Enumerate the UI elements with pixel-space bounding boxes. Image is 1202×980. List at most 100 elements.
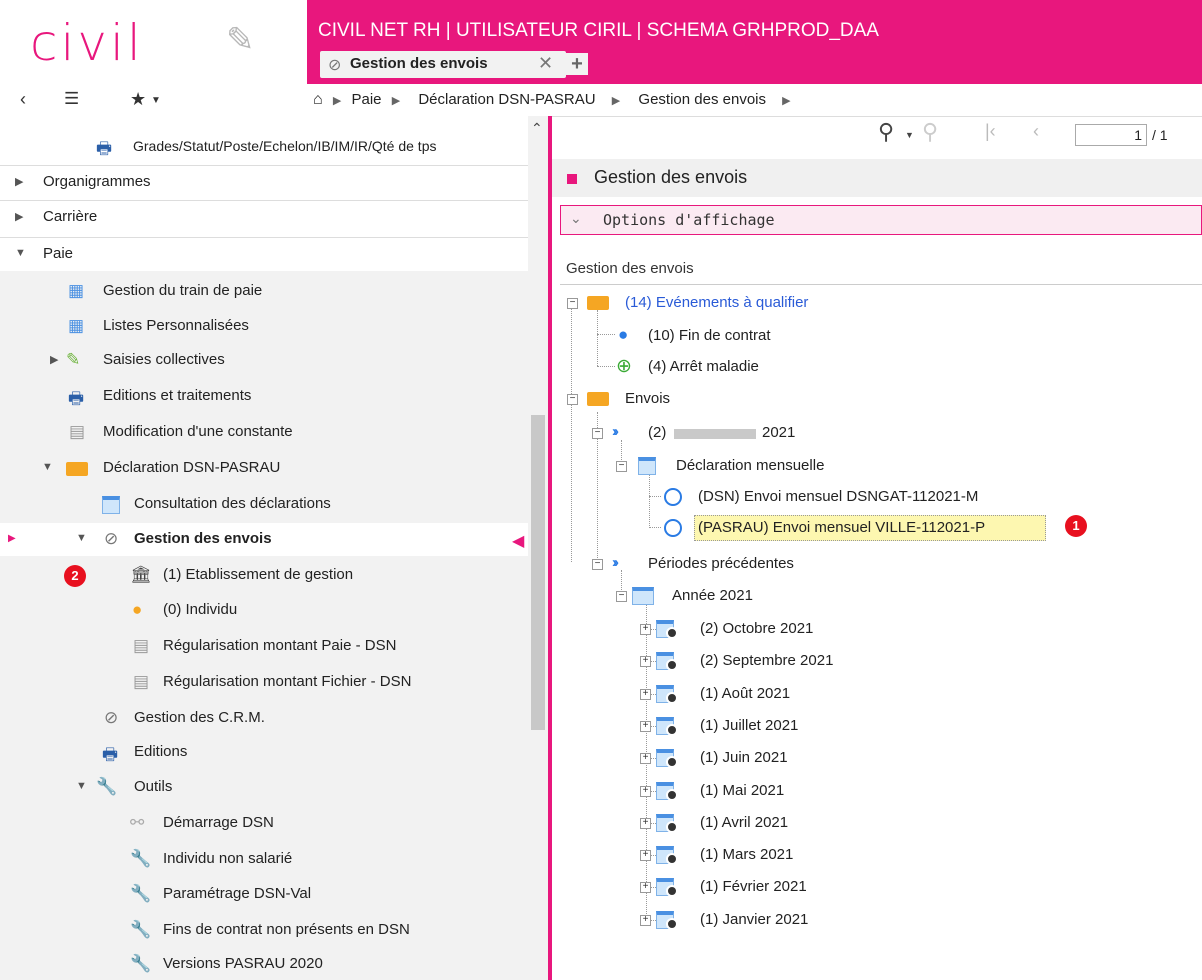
collapse-toggle-icon[interactable]: − bbox=[616, 591, 627, 602]
printer-icon: 🖶 bbox=[96, 139, 113, 158]
nav-item-outils[interactable]: ▼ 🔧 Outils bbox=[0, 771, 528, 804]
nav-item-regularisation-paie[interactable]: ▤ Régularisation montant Paie - DSN bbox=[0, 630, 528, 663]
nav-item-individu[interactable]: ● (0) Individu bbox=[0, 594, 528, 627]
nav-item-train-paie[interactable]: ▦ Gestion du train de paie bbox=[0, 275, 528, 308]
tree-node-declaration-mensuelle[interactable]: − Déclaration mensuelle bbox=[560, 451, 1200, 481]
tree-node-periodes[interactable]: − ›› Périodes précédentes bbox=[560, 549, 1200, 579]
breadcrumb-gestion[interactable]: Gestion des envois bbox=[638, 91, 766, 108]
wrench-icon: 🔧 bbox=[96, 777, 118, 796]
expand-toggle-icon[interactable]: + bbox=[640, 785, 651, 797]
collapse-toggle-icon[interactable]: − bbox=[567, 298, 578, 309]
nav-section-organigrammes[interactable]: ▶ Organigrammes bbox=[0, 165, 528, 199]
tree-node-month-4[interactable]: + (1) Juin 2021 bbox=[560, 743, 1200, 773]
tree-node-month-6[interactable]: + (1) Avril 2021 bbox=[560, 808, 1200, 838]
expand-toggle-icon[interactable]: + bbox=[640, 817, 651, 829]
collapse-toggle-icon[interactable]: − bbox=[567, 394, 578, 405]
tree-node-envoi-pasrau[interactable]: (PASRAU) Envoi mensuel VILLE-112021-P bbox=[560, 513, 1200, 543]
people-edit-icon: ✎ bbox=[66, 350, 81, 369]
nav-item-modification-constante[interactable]: ▤ Modification d'une constante bbox=[0, 416, 528, 449]
tab-gestion-envois[interactable]: ⊘ Gestion des envois ✕ bbox=[320, 51, 566, 78]
nav-item-crm[interactable]: ⊘ Gestion des C.R.M. bbox=[0, 702, 528, 735]
tree-node-month-1[interactable]: + (2) Septembre 2021 bbox=[560, 646, 1200, 676]
tree-node-month-7[interactable]: + (1) Mars 2021 bbox=[560, 840, 1200, 870]
menu-list-icon[interactable]: ☰ bbox=[64, 89, 79, 109]
nav-item-consultation[interactable]: Consultation des déclarations bbox=[0, 488, 528, 521]
nav-item-saisies[interactable]: ▶ ✎ Saisies collectives bbox=[0, 344, 528, 377]
calendar-grid-icon bbox=[632, 587, 654, 605]
tree-node-month[interactable]: − ›› (2) 2021 bbox=[560, 418, 1200, 448]
collapse-toggle-icon[interactable]: − bbox=[592, 559, 603, 570]
first-page-icon[interactable]: |‹ bbox=[985, 121, 996, 142]
tree-node-month-3[interactable]: + (1) Juillet 2021 bbox=[560, 711, 1200, 741]
back-icon[interactable]: ‹ bbox=[20, 89, 26, 110]
zoom-icon[interactable]: ⚲ bbox=[922, 119, 938, 145]
tree-node-evenements[interactable]: − (14) Evénements à qualifier bbox=[560, 288, 1200, 318]
display-options-label[interactable]: Options d'affichage bbox=[603, 211, 775, 229]
logo-text: civil bbox=[30, 14, 144, 72]
nav-item-demarrage-dsn[interactable]: ⚯ Démarrage DSN bbox=[0, 807, 528, 840]
expand-toggle-icon[interactable]: + bbox=[640, 753, 651, 765]
folder-open-icon bbox=[587, 392, 609, 406]
expand-toggle-icon[interactable]: + bbox=[640, 720, 651, 732]
tree-node-month-0[interactable]: + (2) Octobre 2021 bbox=[560, 614, 1200, 644]
tree-node-month-5[interactable]: + (1) Mai 2021 bbox=[560, 776, 1200, 806]
nav-item-editions[interactable]: 🖶 Editions bbox=[0, 736, 528, 769]
expand-arrow-icon: ▶ bbox=[15, 176, 24, 188]
expand-toggle-icon[interactable]: + bbox=[640, 882, 651, 894]
nav-item-versions-pasrau[interactable]: 🔧 Versions PASRAU 2020 bbox=[0, 948, 528, 980]
chevron-down-icon[interactable]: ⌄ bbox=[570, 210, 582, 227]
nav-item-grades[interactable]: 🖶 Grades/Statut/Poste/Echelon/IB/IM/IR/Q… bbox=[0, 130, 528, 163]
nav-section-paie[interactable]: ▼ Paie bbox=[0, 237, 528, 271]
tree-node-label: (1) Juillet 2021 bbox=[700, 716, 799, 734]
document-icon: ▤ bbox=[69, 422, 86, 441]
tree-node-arret-maladie[interactable]: ⊕ (4) Arrêt maladie bbox=[560, 352, 1200, 382]
nav-item-editions-traitements[interactable]: 🖶 Editions et traitements bbox=[0, 380, 528, 413]
breadcrumb-separator-icon: ▶ bbox=[611, 95, 621, 107]
breadcrumb-declaration[interactable]: Déclaration DSN-PASRAU bbox=[418, 91, 595, 108]
tree-node-month-9[interactable]: + (1) Janvier 2021 bbox=[560, 905, 1200, 935]
expand-toggle-icon[interactable]: + bbox=[640, 624, 651, 635]
expand-toggle-icon[interactable]: + bbox=[640, 914, 651, 926]
expand-toggle-icon[interactable]: + bbox=[640, 656, 651, 668]
tree-node-annee-2021[interactable]: − Année 2021 bbox=[560, 581, 1200, 611]
close-icon[interactable]: ✕ bbox=[538, 53, 553, 74]
search-icon[interactable]: ⚲ bbox=[878, 119, 894, 145]
chevron-down-icon[interactable]: ▼ bbox=[905, 130, 914, 140]
collapse-toggle-icon[interactable]: − bbox=[592, 428, 603, 439]
chevron-down-icon[interactable]: ▼ bbox=[151, 95, 161, 106]
nav-item-gestion-envois[interactable]: ▶ ▼ ⊘ Gestion des envois ◀ bbox=[0, 523, 528, 556]
tree-node-label: (1) Août 2021 bbox=[700, 684, 791, 702]
feather-icon: ✎ bbox=[226, 21, 255, 59]
expand-toggle-icon[interactable]: + bbox=[640, 850, 651, 862]
nav-item-individu-non-salarie[interactable]: 🔧 Individu non salarié bbox=[0, 843, 528, 876]
page-number-input[interactable]: 1 bbox=[1075, 124, 1147, 146]
nav-item-listes[interactable]: ▦ Listes Personnalisées bbox=[0, 310, 528, 343]
page-total: / 1 bbox=[1152, 127, 1168, 143]
scroll-up-icon[interactable]: ⌃ bbox=[531, 120, 543, 137]
add-tab-button[interactable]: + bbox=[566, 53, 588, 75]
clock-badge-icon bbox=[666, 691, 678, 704]
previous-page-icon[interactable]: ‹ bbox=[1033, 121, 1039, 142]
tree-node-month-2[interactable]: + (1) Août 2021 bbox=[560, 679, 1200, 709]
tree-node-fin-contrat[interactable]: ● (10) Fin de contrat bbox=[560, 321, 1200, 351]
breadcrumb-paie[interactable]: Paie bbox=[351, 91, 381, 108]
document-icon: ▤ bbox=[133, 672, 150, 691]
nav-item-etablissement[interactable]: 🏛 (1) Etablissement de gestion bbox=[0, 559, 528, 592]
collapse-toggle-icon[interactable]: − bbox=[616, 461, 627, 472]
nav-item-parametrage-dsn-val[interactable]: 🔧 Paramétrage DSN-Val bbox=[0, 878, 528, 911]
tree-node-month-8[interactable]: + (1) Février 2021 bbox=[560, 872, 1200, 902]
nav-section-carriere[interactable]: ▶ Carrière bbox=[0, 200, 528, 234]
favorites-star-icon[interactable]: ★ bbox=[130, 89, 146, 110]
tree-node-label: (1) Mars 2021 bbox=[700, 846, 794, 864]
person-add-icon: ● bbox=[618, 325, 629, 344]
nav-item-fins-contrat[interactable]: 🔧 Fins de contrat non présents en DSN bbox=[0, 914, 528, 947]
logo: civil ✎ bbox=[0, 0, 307, 84]
double-chevron-icon: ›› bbox=[612, 423, 619, 440]
home-icon[interactable]: ⌂ bbox=[313, 91, 323, 108]
tree-node-envoi-dsn[interactable]: (DSN) Envoi mensuel DSNGAT-112021-M bbox=[560, 482, 1200, 512]
nav-item-declaration-dsn[interactable]: ▼ Déclaration DSN-PASRAU bbox=[0, 452, 528, 485]
tree-node-envois[interactable]: − Envois bbox=[560, 384, 1200, 414]
scrollbar-thumb[interactable] bbox=[531, 415, 545, 730]
nav-item-regularisation-fichier[interactable]: ▤ Régularisation montant Fichier - DSN bbox=[0, 666, 528, 699]
expand-toggle-icon[interactable]: + bbox=[640, 688, 651, 700]
